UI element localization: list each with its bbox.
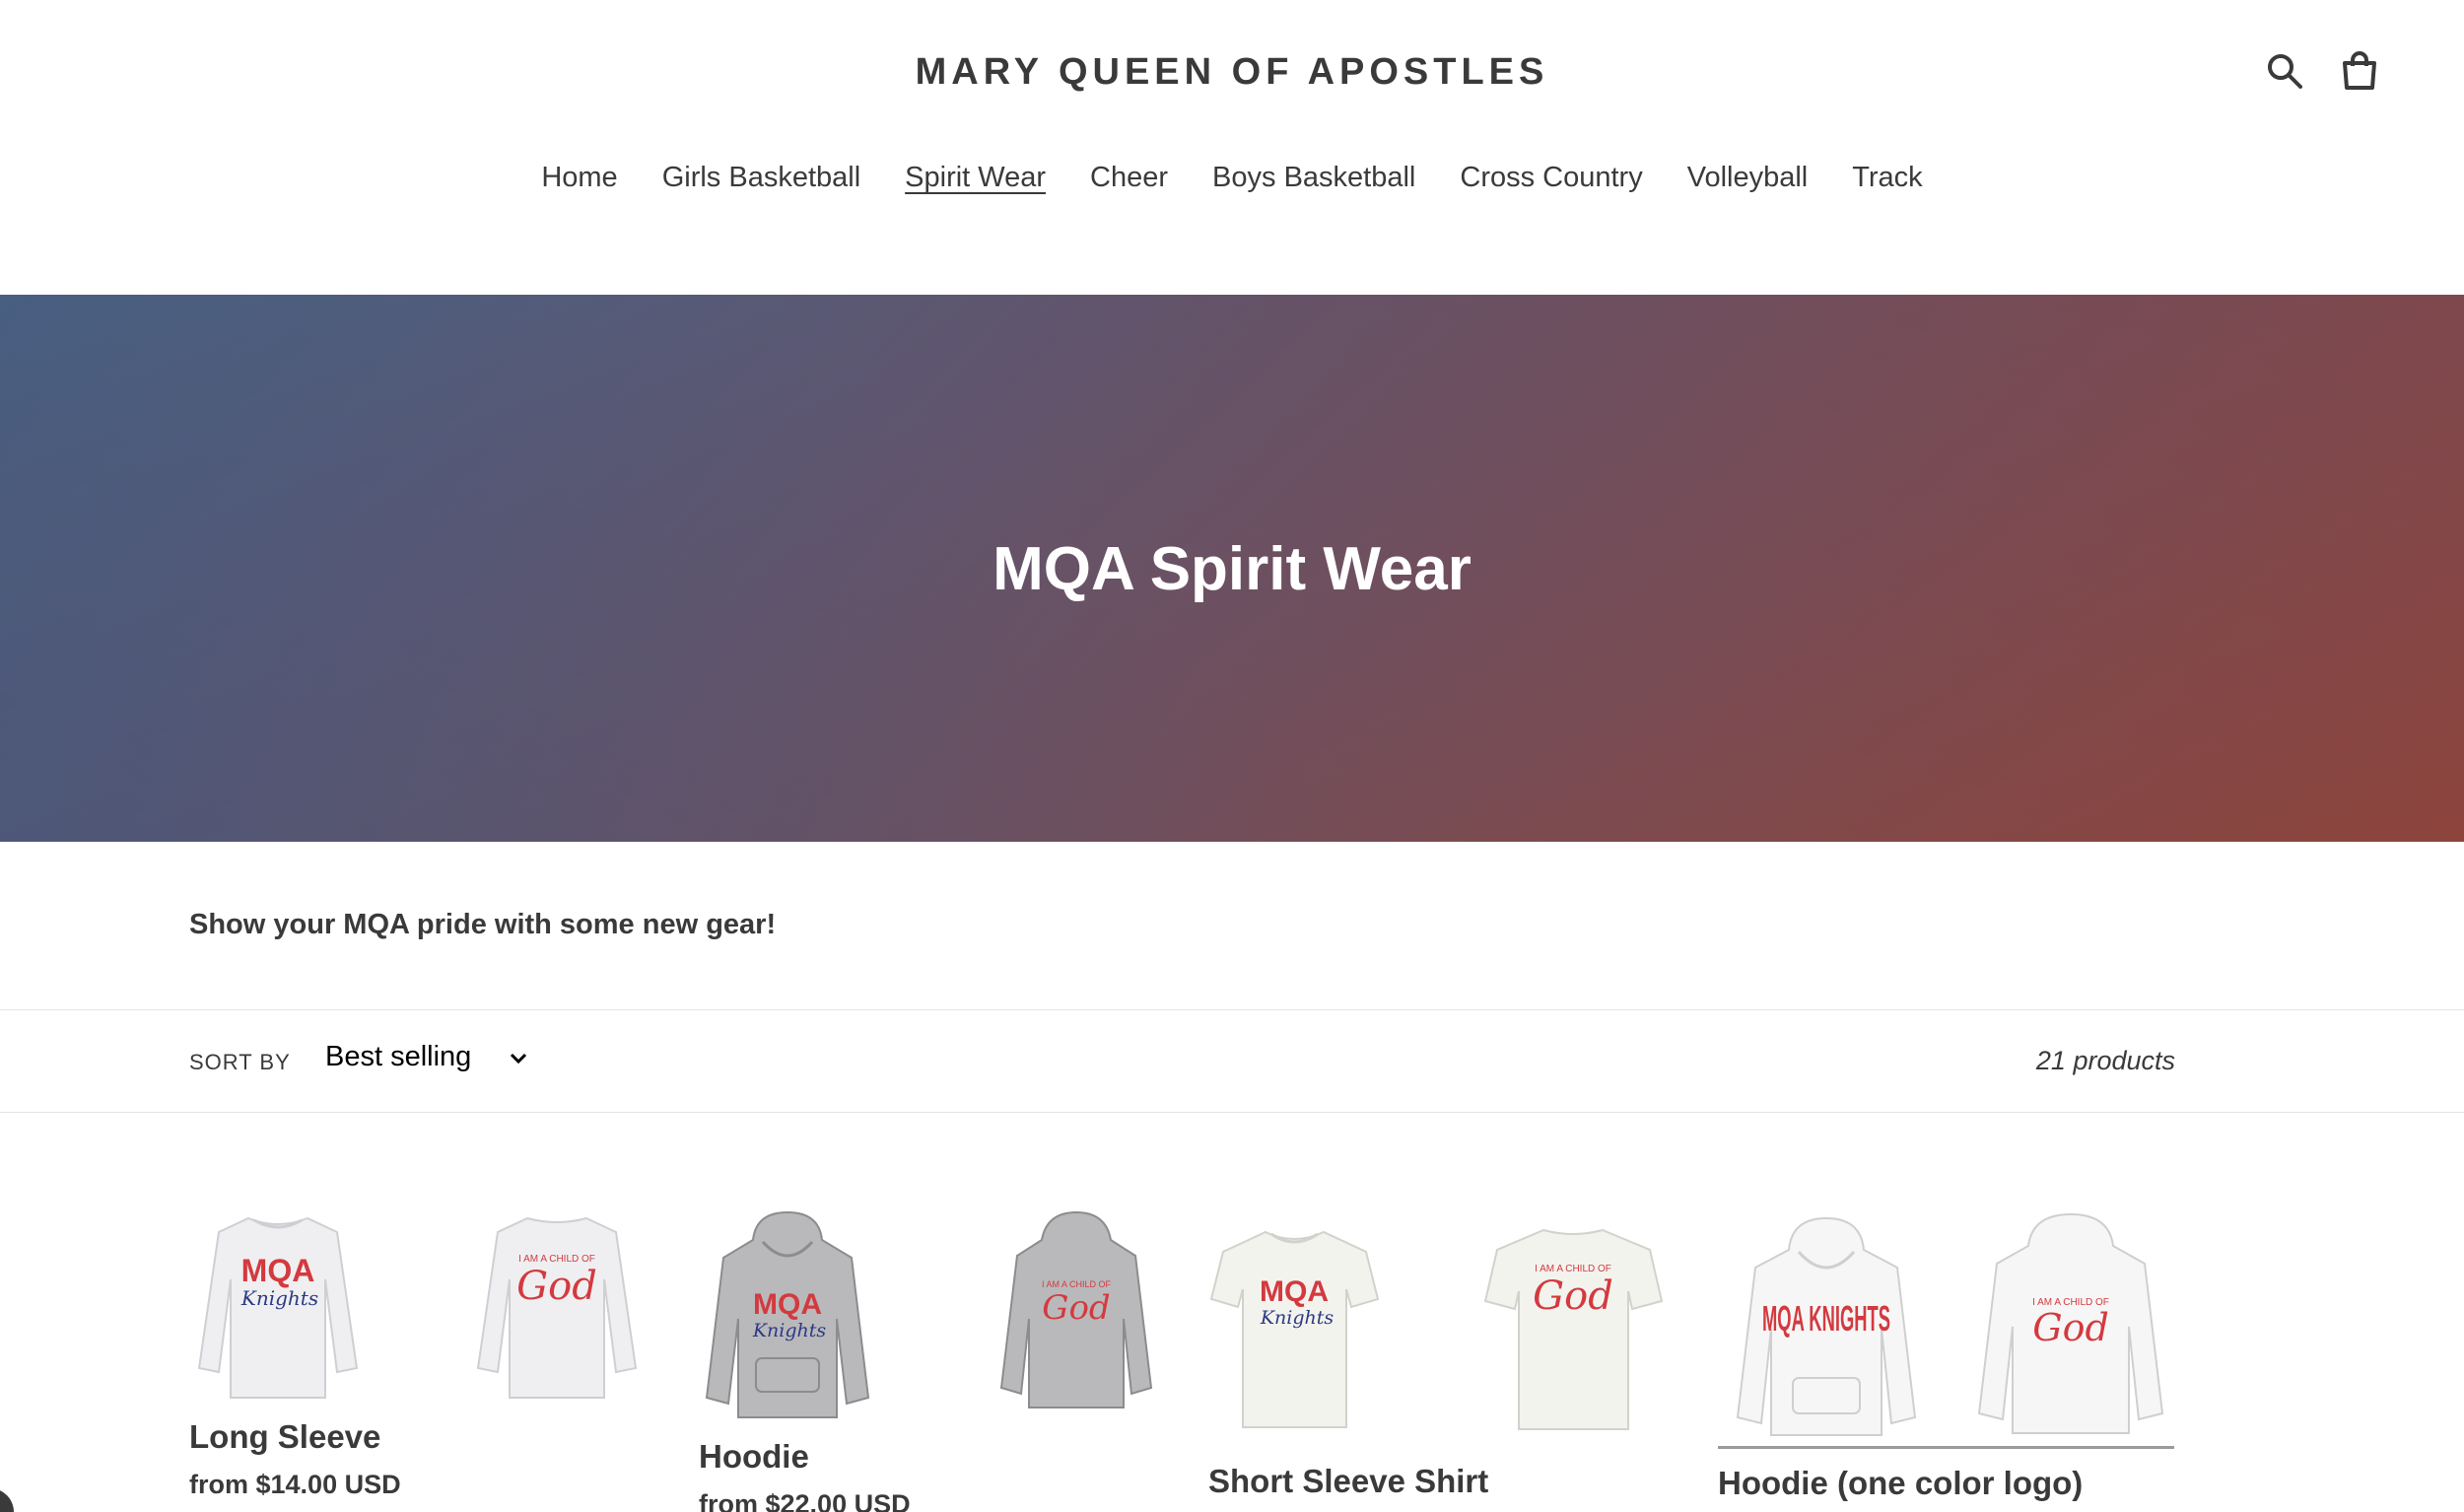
nav-item-home[interactable]: Home (541, 162, 617, 198)
garment-back-image: I AM A CHILD OF God (1483, 1228, 1664, 1430)
front-logo-text: MQA (1260, 1275, 1329, 1308)
garment-back-image: I AM A CHILD OF God (1977, 1212, 2164, 1434)
product-title[interactable]: Short Sleeve Shirt (1208, 1463, 1665, 1500)
sort-select[interactable]: Best selling (325, 1041, 528, 1073)
product-image[interactable]: MQA Knights I AM A CHILD OF God (1208, 1210, 1665, 1447)
product-price: from $22.00 USD (699, 1489, 911, 1512)
sort-value: Best selling (325, 1041, 472, 1072)
store-logo[interactable]: MARY QUEEN OF APOSTLES (0, 51, 2464, 94)
product-image[interactable]: MQA KNIGHTS I AM A CHILD OF God (1718, 1210, 2174, 1449)
nav-item-cheer[interactable]: Cheer (1090, 162, 1168, 198)
nav-item-girls-basketball[interactable]: Girls Basketball (662, 162, 860, 198)
product-count: 21 products (2035, 1046, 2175, 1075)
nav-item-track[interactable]: Track (1852, 162, 1922, 198)
back-script-text: God (1533, 1273, 1613, 1319)
product-title[interactable]: Hoodie (one color logo) (1718, 1465, 2174, 1502)
garment-front-image: MQA KNIGHTS (1736, 1216, 1917, 1436)
sort-label: SORT BY (189, 1050, 291, 1074)
back-script-text: God (2032, 1306, 2109, 1349)
nav-item-volleyball[interactable]: Volleyball (1687, 162, 1809, 198)
main-nav: Home Girls Basketball Spirit Wear Cheer … (0, 162, 2464, 198)
filter-bar: SORT BY Best selling 21 products (0, 1009, 2464, 1113)
garment-front-image: MQA Knights (705, 1210, 870, 1418)
product-image[interactable]: MQA Knights I AM A CHILD OF God (189, 1210, 646, 1403)
front-script-text: Knights (240, 1286, 318, 1310)
garment-back-image: I AM A CHILD OF God (999, 1210, 1153, 1409)
product-card-short-sleeve-shirt[interactable]: MQA Knights I AM A CHILD OF God Short Sl… (1208, 1210, 1665, 1512)
product-card-long-sleeve[interactable]: MQA Knights I AM A CHILD OF God Long Sle… (189, 1210, 646, 1500)
garment-front-image: MQA Knights (197, 1216, 359, 1399)
garment-back-image: I AM A CHILD OF God (476, 1216, 638, 1399)
product-price: from $14.00 USD (189, 1470, 401, 1499)
front-logo-text: MQA KNIGHTS (1762, 1298, 1890, 1339)
garment-front-image: MQA Knights (1209, 1230, 1380, 1428)
search-icon[interactable] (2265, 51, 2304, 91)
collection-hero: MQA Spirit Wear (0, 295, 2464, 842)
nav-item-boys-basketball[interactable]: Boys Basketball (1212, 162, 1415, 198)
product-title[interactable]: Hoodie (699, 1438, 1155, 1476)
nav-item-cross-country[interactable]: Cross Country (1460, 162, 1642, 198)
product-image[interactable]: MQA Knights I AM A CHILD OF God (699, 1210, 1155, 1422)
nav-item-spirit-wear[interactable]: Spirit Wear (905, 162, 1046, 198)
collection-title: MQA Spirit Wear (992, 535, 1472, 603)
header-icons (2265, 51, 2379, 91)
chevron-down-icon (509, 1041, 528, 1073)
site-header: MARY QUEEN OF APOSTLES Home Girls Basket… (0, 0, 2464, 295)
front-script-text: Knights (752, 1320, 827, 1341)
back-script-text: God (516, 1264, 597, 1309)
front-script-text: Knights (1260, 1307, 1335, 1329)
collection-description: Show your MQA pride with some new gear! (189, 909, 777, 940)
front-logo-text: MQA (241, 1253, 315, 1288)
product-title[interactable]: Long Sleeve (189, 1418, 646, 1456)
chat-widget-button[interactable] (0, 1488, 14, 1512)
product-card-hoodie-one-color-logo[interactable]: MQA KNIGHTS I AM A CHILD OF God Hoodie (… (1718, 1210, 2174, 1512)
cart-icon[interactable] (2340, 51, 2379, 91)
back-script-text: God (1042, 1288, 1110, 1328)
front-logo-text: MQA (753, 1288, 822, 1321)
product-card-hoodie[interactable]: MQA Knights I AM A CHILD OF God Hoodie f… (699, 1210, 1155, 1512)
